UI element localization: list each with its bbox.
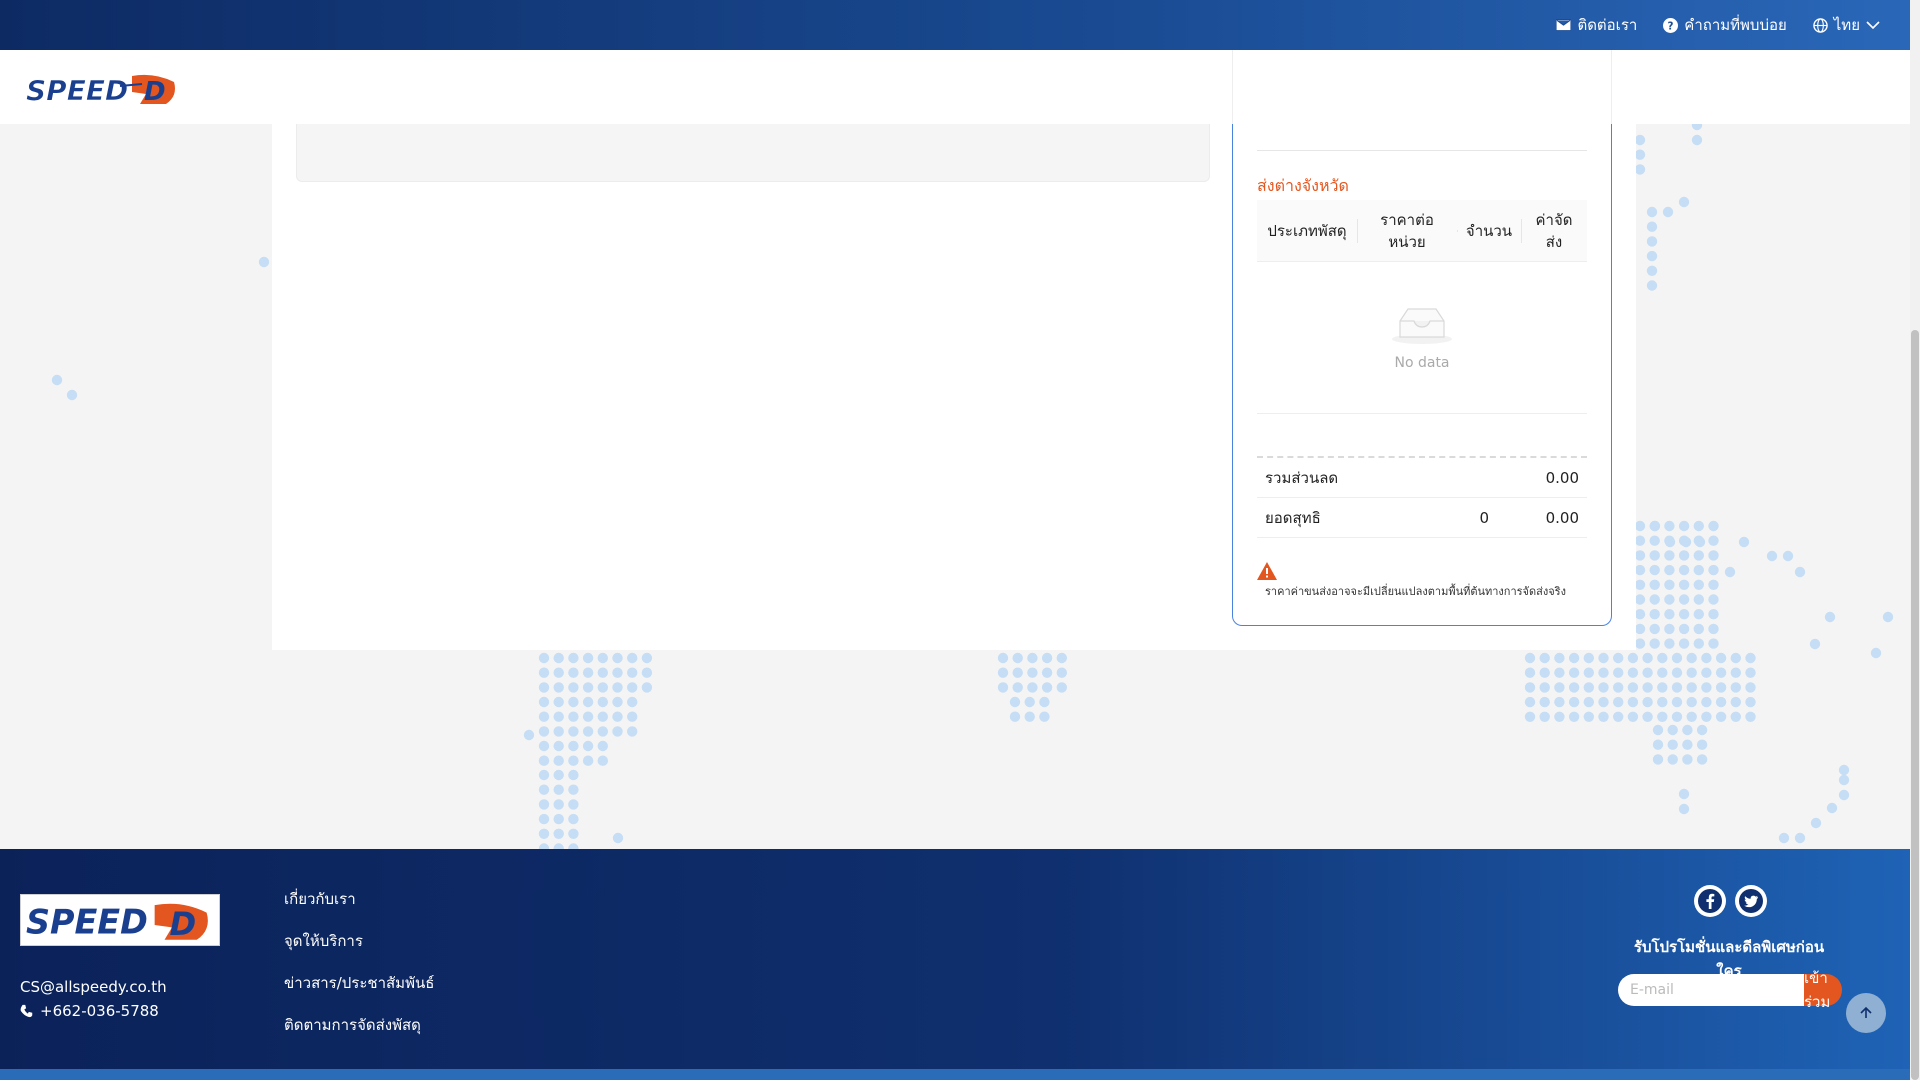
header-panel-overlay xyxy=(1232,50,1612,124)
divider xyxy=(1257,150,1587,151)
discount-row: รวมส่วนลด 0.00 xyxy=(1257,458,1587,498)
warning-text: ราคาค่าขนส่งอาจจะมีเปลี่ยนแปลงตามพื้นที่… xyxy=(1265,585,1566,598)
footer-link-tracking[interactable]: ติดตามการจัดส่งพัสดุ xyxy=(284,1013,434,1037)
discount-label: รวมส่วนลด xyxy=(1265,468,1339,487)
footer-link-service-points[interactable]: จุดให้บริการ xyxy=(284,929,434,953)
twitter-button[interactable] xyxy=(1735,885,1767,917)
join-button[interactable]: เข้าร่วม xyxy=(1804,969,1842,1011)
scrollbar-thumb[interactable] xyxy=(1911,330,1919,1080)
column-header-shipping-fee: ค่าจัด ส่ง xyxy=(1521,209,1587,253)
empty-inbox-icon xyxy=(1392,307,1452,344)
net-total-quantity: 0 xyxy=(1479,508,1489,527)
footer-links: เกี่ยวกับเรา จุดให้บริการ ข่าวสาร/ประชาส… xyxy=(284,887,434,1037)
net-total-value: 0.00 xyxy=(1545,508,1579,527)
footer-link-news[interactable]: ข่าวสาร/ประชาสัมพันธ์ xyxy=(284,971,434,995)
footer-bottom-bar xyxy=(0,1069,1910,1080)
facebook-icon xyxy=(1698,889,1722,913)
svg-text:SPEED: SPEED xyxy=(26,903,148,942)
section-title-upcountry: ส่งต่างจังหวัด xyxy=(1257,176,1349,195)
shipping-summary-panel: ส่งต่างจังหวัด ประเภทพัสดุ ราคาต่อ หน่วย… xyxy=(1232,118,1612,626)
discount-value: 0.00 xyxy=(1545,468,1579,487)
warning-icon xyxy=(1257,562,1277,580)
footer-phone-text: +662-036-5788 xyxy=(40,1002,159,1020)
twitter-icon xyxy=(1739,889,1763,913)
column-header-quantity: จำนวน xyxy=(1457,220,1521,242)
newsletter-form: เข้าร่วม xyxy=(1618,969,1842,1011)
footer-email-text: CS@allspeedy.co.th xyxy=(20,978,167,996)
empty-text: No data xyxy=(1394,354,1450,371)
net-total-row: ยอดสุทธิ 0 0.00 xyxy=(1257,498,1587,538)
back-to-top-button[interactable] xyxy=(1846,993,1886,1033)
speed-d-logo[interactable]: SPEED D xyxy=(24,68,184,108)
column-header-unit-price: ราคาต่อ หน่วย xyxy=(1357,209,1457,253)
footer-contact: CS@allspeedy.co.th +662-036-5788 xyxy=(20,975,167,1023)
svg-text:SPEED: SPEED xyxy=(26,74,128,107)
parcel-table: ประเภทพัสดุ ราคาต่อ หน่วย จำนวน ค่าจัด ส… xyxy=(1257,200,1587,414)
form-panel xyxy=(296,118,1210,182)
footer-logo[interactable]: SPEED D xyxy=(20,894,220,946)
social-links xyxy=(1694,885,1767,917)
footer-phone[interactable]: +662-036-5788 xyxy=(20,999,167,1023)
svg-text:D: D xyxy=(144,77,166,107)
table-header: ประเภทพัสดุ ราคาต่อ หน่วย จำนวน ค่าจัด ส… xyxy=(1257,200,1587,262)
empty-state: No data xyxy=(1257,262,1587,414)
scrollbar[interactable] xyxy=(1910,0,1920,1080)
facebook-button[interactable] xyxy=(1694,885,1726,917)
footer-email[interactable]: CS@allspeedy.co.th xyxy=(20,975,167,999)
arrow-up-icon xyxy=(1860,1006,1872,1018)
newsletter-email-input[interactable] xyxy=(1618,974,1804,1006)
column-header-parcel-type: ประเภทพัสดุ xyxy=(1267,221,1347,240)
net-total-label: ยอดสุทธิ xyxy=(1265,508,1321,527)
site-footer: SPEED D CS@allspeedy.co.th +662-036-5788… xyxy=(0,849,1910,1080)
phone-icon xyxy=(20,1004,33,1018)
speed-d-logo: SPEED D xyxy=(26,903,208,943)
shipping-warning: ราคาค่าขนส่งอาจจะมีเปลี่ยนแปลงตามพื้นที่… xyxy=(1257,562,1566,600)
footer-link-about[interactable]: เกี่ยวกับเรา xyxy=(284,887,434,911)
site-header: SPEED D xyxy=(0,50,1910,124)
svg-text:D: D xyxy=(170,905,197,943)
